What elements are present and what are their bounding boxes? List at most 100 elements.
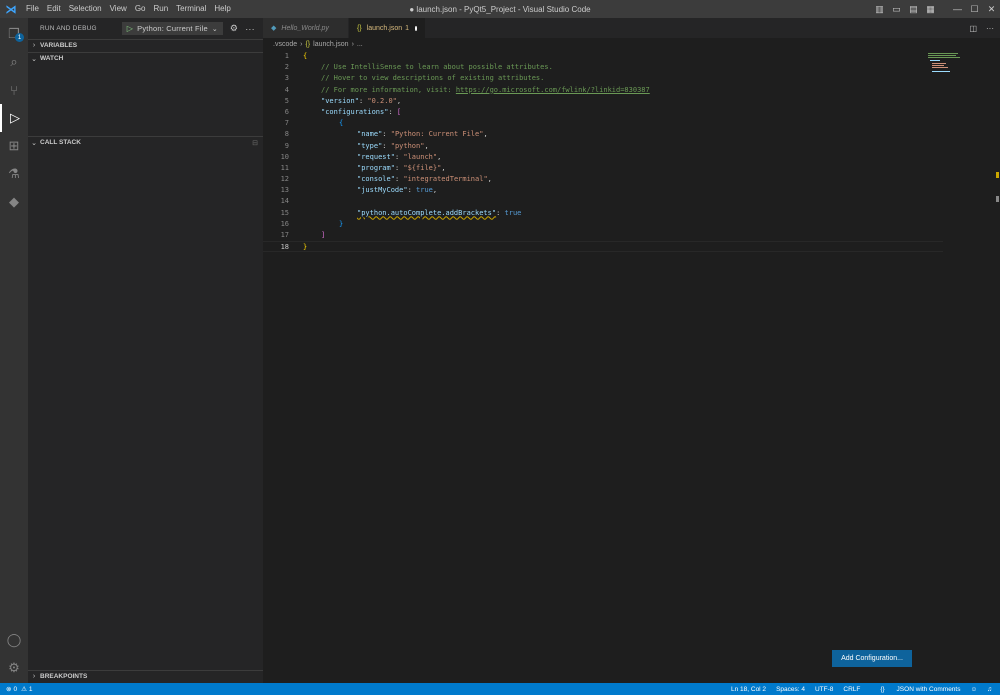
vscode-logo-icon: ⋊ xyxy=(5,3,17,16)
chevron-down-icon: ⌄ xyxy=(211,25,218,33)
json-file-icon: {} xyxy=(305,41,311,48)
comment-token: // Hover to view descriptions of existin… xyxy=(321,74,545,83)
testing-icon[interactable]: ⚗ xyxy=(0,160,28,188)
line-number: 6 xyxy=(284,107,289,116)
source-control-icon[interactable]: ⑂ xyxy=(0,76,28,104)
code-editor[interactable]: 1{ 2// Use IntelliSense to learn about p… xyxy=(263,51,943,253)
json-string-value: "Python: Current File" xyxy=(390,130,484,139)
customize-layout-icon[interactable]: ▦ xyxy=(922,0,939,18)
extensions-icon[interactable]: ⊞ xyxy=(0,132,28,160)
docs-link[interactable]: https://go.microsoft.com/fwlink/?linkid=… xyxy=(456,86,650,94)
manage-gear-icon[interactable]: ⚙ xyxy=(0,654,28,682)
toggle-secondary-sidebar-icon[interactable]: ▤ xyxy=(905,0,922,18)
chevron-right-icon: › xyxy=(300,41,303,48)
error-count: 0 xyxy=(13,685,18,693)
encoding[interactable]: UTF-8 xyxy=(815,686,833,693)
menu-view[interactable]: View xyxy=(106,0,131,18)
maximize-button[interactable]: ☐ xyxy=(966,0,983,18)
python-icon[interactable]: ◆ xyxy=(0,188,28,216)
chevron-down-icon: ⌄ xyxy=(31,139,37,147)
run-and-debug-icon[interactable]: ▷ xyxy=(0,104,28,132)
breadcrumb-trail[interactable]: ... xyxy=(357,41,363,48)
more-actions-icon[interactable]: ··· xyxy=(986,24,994,33)
brace-token: } xyxy=(303,243,308,252)
problems-indicator[interactable]: ⊗ 0 ⚠ 1 xyxy=(0,685,33,694)
menu-bar: File Edit Selection View Go Run Terminal… xyxy=(22,0,235,18)
python-file-icon: ◆ xyxy=(271,25,277,32)
code-line: 7{ xyxy=(263,118,943,129)
watch-section-header[interactable]: ⌄ WATCH xyxy=(28,52,263,64)
open-launch-json-gear-icon[interactable]: ⚙ xyxy=(230,23,238,34)
notifications-bell-icon[interactable]: ♫ xyxy=(987,686,992,693)
menu-go[interactable]: Go xyxy=(131,0,150,18)
unsaved-dot-icon[interactable] xyxy=(415,25,417,31)
close-button[interactable]: ✕ xyxy=(983,0,1000,18)
tab-label: Hello_World.py xyxy=(281,24,329,32)
code-line: 9 "type": "python", xyxy=(263,141,943,152)
menu-terminal[interactable]: Terminal xyxy=(172,0,210,18)
toggle-sidebar-layout-icon[interactable]: ▥ xyxy=(871,0,888,18)
code-line: 8 "name": "Python: Current File", xyxy=(263,129,943,140)
indentation[interactable]: Spaces: 4 xyxy=(776,686,805,693)
tab-problem-count: 1 xyxy=(405,24,410,32)
accounts-icon[interactable]: ◯ xyxy=(0,626,28,654)
json-key: "type" xyxy=(357,141,383,150)
toggle-panel-layout-icon[interactable]: ▭ xyxy=(888,0,905,18)
debug-config-select[interactable]: ▷ Python: Current File ⌄ xyxy=(121,22,223,35)
sidebar-header: RUN AND DEBUG ▷ Python: Current File ⌄ ⚙… xyxy=(28,18,263,39)
comment-token: // Use IntelliSense to learn about possi… xyxy=(321,63,553,72)
code-line: 18} xyxy=(263,241,943,253)
json-bool-value: true xyxy=(504,208,522,217)
line-number: 14 xyxy=(280,197,289,206)
breadcrumb-file[interactable]: launch.json xyxy=(313,41,348,48)
code-line: 2 // Use IntelliSense to learn about poss… xyxy=(263,62,943,73)
line-number: 18 xyxy=(280,243,289,252)
json-key: "request" xyxy=(357,152,395,161)
variables-section-header[interactable]: › VARIABLES xyxy=(28,39,263,51)
collapse-all-icon[interactable]: ⊟ xyxy=(252,139,258,147)
line-number: 8 xyxy=(284,130,289,139)
end-of-line[interactable]: CRLF xyxy=(843,686,860,693)
line-number: 17 xyxy=(280,231,289,239)
code-line: 13 "justMyCode": true, xyxy=(263,185,943,196)
window-controls: ▥ ▭ ▤ ▦ — ☐ ✕ xyxy=(871,0,1000,18)
tab-launch-json[interactable]: {} launch.json 1 xyxy=(349,18,426,38)
language-mode[interactable]: {} JSON with Comments xyxy=(870,686,960,693)
code-line: 1{ xyxy=(263,51,943,62)
menu-selection[interactable]: Selection xyxy=(65,0,106,18)
call-stack-section-header[interactable]: ⌄ CALL STACK ⊟ xyxy=(28,136,263,148)
json-string-value: "integratedTerminal" xyxy=(403,175,488,184)
status-bar: ⊗ 0 ⚠ 1 Ln 18, Col 2 Spaces: 4 UTF-8 CRL… xyxy=(0,683,1000,695)
json-key: "console" xyxy=(357,175,395,184)
minimize-button[interactable]: — xyxy=(949,0,966,18)
comment-token: // For more information, visit: xyxy=(321,85,456,94)
breadcrumb-folder[interactable]: .vscode xyxy=(273,41,297,48)
brace-token: } xyxy=(339,219,344,228)
breakpoints-section-header[interactable]: › BREAKPOINTS xyxy=(28,670,263,682)
feedback-icon[interactable]: ☺ xyxy=(970,686,977,693)
add-configuration-button[interactable]: Add Configuration... xyxy=(832,650,912,667)
line-number: 1 xyxy=(284,52,289,60)
split-editor-icon[interactable]: ◫ xyxy=(969,24,977,33)
bracket-token: [ xyxy=(396,107,402,116)
code-line: 6 "configurations": [ xyxy=(263,107,943,118)
warning-icon: ⚠ xyxy=(21,686,27,693)
code-line: 15 "python.autoComplete.addBrackets": tru… xyxy=(263,208,943,219)
menu-help[interactable]: Help xyxy=(210,0,234,18)
menu-file[interactable]: File xyxy=(22,0,43,18)
code-line: 17] xyxy=(263,230,943,241)
status-bar-right: Ln 18, Col 2 Spaces: 4 UTF-8 CRLF {} JSO… xyxy=(721,683,992,695)
start-debugging-icon[interactable]: ▷ xyxy=(127,24,133,33)
menu-run[interactable]: Run xyxy=(149,0,172,18)
tab-hello-world-py[interactable]: ◆ Hello_World.py xyxy=(263,18,349,38)
warning-count: 1 xyxy=(28,685,33,693)
bracket-token: ] xyxy=(321,231,326,239)
explorer-icon[interactable]: ❐ 1 xyxy=(0,20,28,48)
search-icon[interactable]: ⌕ xyxy=(0,48,28,76)
menu-edit[interactable]: Edit xyxy=(43,0,65,18)
minimap[interactable] xyxy=(926,51,986,91)
json-bool-value: true xyxy=(416,186,433,195)
code-line: 14 xyxy=(263,196,943,207)
more-actions-icon[interactable]: ··· xyxy=(245,24,255,34)
cursor-position[interactable]: Ln 18, Col 2 xyxy=(731,686,766,693)
